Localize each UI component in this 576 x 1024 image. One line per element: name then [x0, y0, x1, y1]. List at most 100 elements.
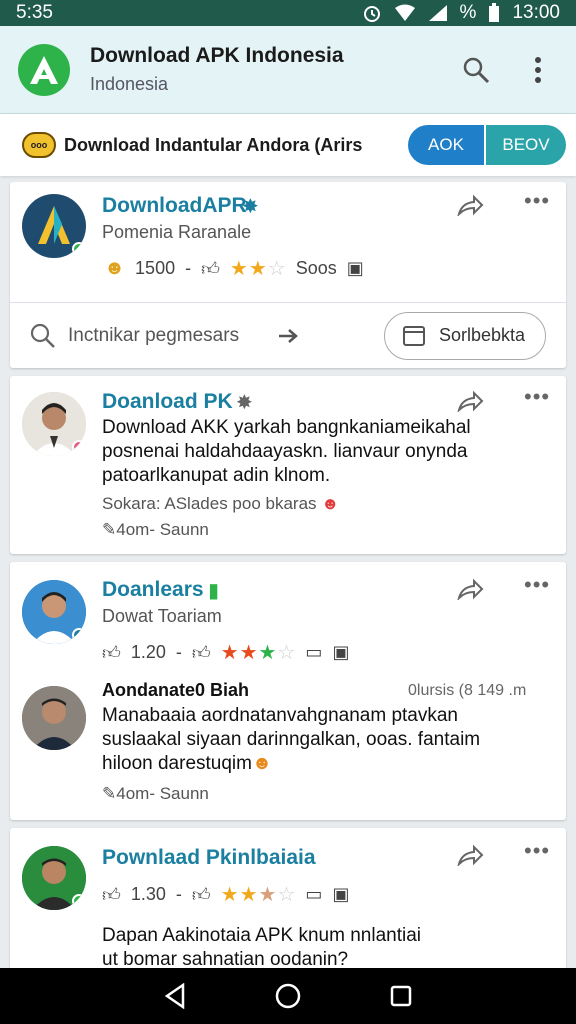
search-row: Inctnikar pegmesars Sorlbebkta [10, 302, 566, 368]
like-icon[interactable]: 👍︎ [102, 642, 121, 664]
post-line: patoarlkanupat adin klnom. [102, 465, 331, 486]
card-icon [403, 325, 425, 346]
bookmark-icon[interactable]: ▣ [332, 884, 349, 905]
overflow-menu-button[interactable] [518, 50, 558, 90]
post-meta: Sokara: ASlades poo bkaras ☻ [102, 494, 339, 514]
reply-avatar[interactable] [22, 686, 86, 750]
time-icon: ✎ [102, 520, 117, 539]
separator: - [175, 642, 182, 662]
filter-label: Sorlbebkta [439, 325, 526, 345]
emoji-icon: ☻ [321, 494, 340, 513]
more-vert-icon [535, 56, 541, 83]
alarm-icon [363, 6, 380, 22]
time-label: 4om- Saunn [116, 784, 209, 803]
banner-button-primary[interactable]: AOK [408, 125, 484, 165]
post-time: ✎4om- Saunn [102, 784, 209, 804]
author-name[interactable]: Doanload PK [102, 390, 233, 414]
status-time: 5:35 [16, 2, 53, 23]
reply-time: 0lursis (8 149 .m [408, 682, 527, 699]
post-body: Download AKK yarkah bangnkaniameikahal p… [102, 416, 471, 488]
post-card: DownloadAPR ✸ Pomenia Raranale ••• ☻ 150… [10, 182, 566, 368]
separator: - [185, 258, 192, 278]
share-icon[interactable] [456, 844, 484, 866]
chat-icon[interactable]: ▭ [305, 642, 322, 663]
bookmark-icon[interactable]: ▣ [332, 642, 349, 663]
verified-icon: ▮ [208, 580, 220, 602]
more-options-icon[interactable]: ••• [524, 190, 550, 212]
more-options-icon[interactable]: ••• [524, 574, 550, 596]
author-subtitle: Pomenia Raranale [102, 222, 252, 242]
reply-line: Manabaaia aordnatanvahgnanam ptavkan [102, 705, 458, 726]
avatar[interactable] [22, 846, 86, 910]
stats-row: ☻ 1500 - 👍︎ ★ ★ ☆ Soos ▣ [104, 256, 364, 281]
app-bar: Download APK Indonesia Indonesia [0, 26, 576, 114]
author-name[interactable]: Pownlaad Pkinlbaiaia [102, 846, 316, 870]
more-options-icon[interactable]: ••• [524, 840, 550, 862]
promo-banner: ooo Download Indantular Andora (Arirs AO… [0, 114, 576, 176]
bookmark-icon[interactable]: ▣ [347, 258, 364, 279]
reply-body: Manabaaia aordnatanvahgnanam ptavkan sus… [102, 704, 480, 776]
author-subtitle: Dowat Toariam [102, 606, 222, 626]
verified-icon: ✸ [236, 392, 253, 414]
system-nav-bar [0, 968, 576, 1024]
like-icon[interactable]: 👍︎ [192, 642, 211, 664]
rating-stars: ★ ★ ★ ☆ [220, 642, 296, 664]
chat-icon[interactable]: ▭ [305, 884, 322, 905]
signal-icon [428, 5, 447, 21]
post-card: Doanload PK ✸ ••• Download AKK yarkah ba… [10, 376, 566, 554]
share-icon[interactable] [456, 578, 484, 600]
app-subtitle: Indonesia [90, 74, 169, 94]
post-line: Download AKK yarkah bangnkaniameikahal [102, 417, 471, 438]
reply-author[interactable]: Aondanate0 Biah [102, 680, 249, 701]
arrow-right-icon[interactable] [277, 327, 299, 345]
more-options-icon[interactable]: ••• [524, 386, 550, 408]
search-icon [463, 57, 490, 83]
badge-icon: ooo [22, 132, 56, 158]
banner-button-secondary[interactable]: BEOV [486, 125, 566, 165]
post-card: Doanlears ▮ Dowat Toariam ••• 👍︎ 1.20 - … [10, 562, 566, 820]
like-icon[interactable]: 👍︎ [102, 884, 121, 906]
count-label: 1.30 [130, 884, 166, 904]
separator: - [175, 884, 182, 904]
post-body: Dapan Aakinotaia APK knum nnlantiai ut b… [102, 924, 421, 972]
author-name[interactable]: Doanlears [102, 578, 204, 602]
avatar[interactable] [22, 392, 86, 456]
avatar[interactable] [22, 194, 86, 258]
count-label: 1.20 [130, 642, 166, 662]
emoji-icon: ☻ [251, 753, 272, 774]
stats-row: 👍︎ 1.30 - 👍︎ ★ ★ ★ ☆ ▭ ▣ [102, 882, 349, 907]
emoji-icon: ☻ [104, 257, 126, 279]
post-card: Pownlaad Pkinlbaiaia ••• 👍︎ 1.30 - 👍︎ ★ ★… [10, 828, 566, 978]
share-icon[interactable] [456, 390, 484, 412]
battery-icon [489, 3, 500, 22]
stats-row: 👍︎ 1.20 - 👍︎ ★ ★ ★ ☆ ▭ ▣ [102, 640, 349, 665]
back-icon[interactable] [163, 983, 187, 1009]
time-icon: ✎ [102, 784, 117, 803]
rating-stars: ★ ★ ★ ☆ [220, 884, 296, 906]
status-bar: 5:35 % 13:00 [0, 0, 576, 26]
banner-text: Download Indantular Andora (Arirs [64, 134, 363, 155]
avatar[interactable] [22, 580, 86, 644]
time-label: 4om- Saunn [116, 520, 209, 539]
tag-label: Soos [295, 258, 337, 278]
share-icon[interactable] [456, 194, 484, 216]
post-line: Dapan Aakinotaia APK knum nnlantiai [102, 925, 421, 946]
filter-button[interactable]: Sorlbebkta [384, 311, 546, 360]
post-line: posnenai haldahdaayaskn. lianvaur onynda [102, 441, 468, 462]
home-icon[interactable] [274, 982, 302, 1010]
author-name[interactable]: DownloadAPR [102, 194, 247, 218]
count-label: 1500 [135, 258, 176, 278]
search-button[interactable] [456, 50, 496, 90]
recents-icon[interactable] [389, 984, 413, 1008]
like-icon[interactable]: 👍︎ [201, 258, 220, 280]
meta-text: Sokara: ASlades poo bkaras [102, 494, 317, 513]
search-input[interactable]: Inctnikar pegmesars [68, 325, 239, 347]
verified-icon: ✸ [242, 196, 259, 218]
search-icon [30, 323, 55, 348]
reply-line: hiloon darestuqim [102, 753, 252, 774]
like-icon[interactable]: 👍︎ [192, 884, 211, 906]
battery-percent: % [459, 2, 477, 23]
wifi-icon [394, 4, 415, 21]
post-time: ✎4om- Saunn [102, 520, 209, 540]
reply-line: suslaakal siyaan darinngalkan, ooas. fan… [102, 729, 481, 750]
